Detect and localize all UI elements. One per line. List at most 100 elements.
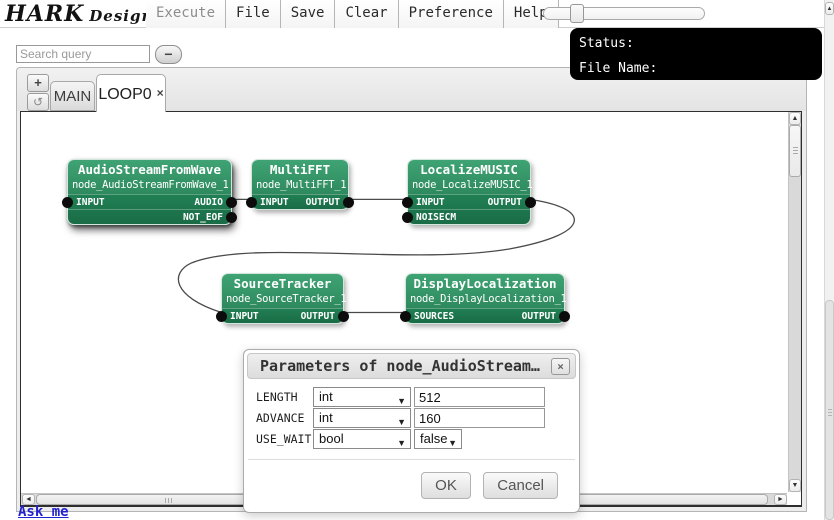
thumb-grip — [793, 147, 798, 148]
collapse-node-list-button[interactable]: − — [155, 45, 182, 64]
parameter-label: USE_WAIT — [256, 432, 313, 446]
port-row: SOURCESOUTPUT — [406, 308, 564, 323]
node-ports: INPUT AUDIONOT_EOF — [68, 194, 231, 224]
node-ports: INPUT OUTPUT — [252, 194, 348, 209]
reload-icon[interactable]: ↺ — [27, 93, 49, 111]
node-localizemusic[interactable]: LocalizeMUSICnode_LocalizeMUSIC_1 INPUT OU… — [407, 159, 531, 225]
port-label-right: AUDIO — [194, 197, 223, 208]
node-instance-name: node_MultiFFT_1 — [256, 178, 344, 193]
parameter-value-input[interactable] — [414, 408, 545, 428]
file-name-label: File Name: — [579, 61, 657, 76]
parameter-value-input[interactable] — [414, 387, 545, 407]
dialog-separator — [248, 459, 575, 460]
output-port-audio[interactable] — [226, 197, 237, 208]
port-label-left: SOURCES — [414, 311, 454, 322]
type-select[interactable]: bool▼ — [313, 429, 411, 449]
cancel-button[interactable]: Cancel — [483, 472, 558, 499]
input-port-input[interactable] — [402, 197, 413, 208]
page-scroll-thumb[interactable] — [825, 300, 834, 520]
port-label-right: OUTPUT — [488, 197, 522, 208]
node-instance-name: node_SourceTracker_1 — [226, 292, 339, 307]
logo-hark: HARK — [5, 1, 84, 27]
tab-label: MAIN — [54, 88, 92, 105]
search-input[interactable] — [16, 45, 150, 63]
type-select[interactable]: int▼ — [313, 387, 411, 407]
port-label-left: INPUT — [76, 197, 105, 208]
parameter-row-advance: ADVANCEint▼ — [256, 408, 567, 428]
output-port-output[interactable] — [559, 311, 570, 322]
node-header: LocalizeMUSICnode_LocalizeMUSIC_1 — [408, 160, 530, 194]
thumb-grip — [165, 498, 166, 503]
node-header: DisplayLocalizationnode_DisplayLocalizat… — [406, 274, 564, 308]
node-header: AudioStreamFromWavenode_AudioStreamFromW… — [68, 160, 231, 194]
dialog-footer: OK Cancel — [413, 472, 558, 499]
canvas-vertical-scrollbar[interactable]: ▲ ▼ — [788, 112, 801, 492]
tab-label: LOOP0 — [98, 86, 151, 103]
tab-close-icon[interactable]: × — [157, 86, 164, 100]
output-port-output[interactable] — [525, 197, 536, 208]
node-displaylocalization[interactable]: DisplayLocalizationnode_DisplayLocalizat… — [405, 273, 565, 324]
node-title: LocalizeMUSIC — [412, 162, 526, 178]
port-label-left: NOISECM — [416, 212, 456, 223]
thumb-grip — [828, 409, 832, 410]
node-multifft[interactable]: MultiFFTnode_MultiFFT_1 INPUT OUTPUT — [251, 159, 349, 210]
scroll-up-icon[interactable]: ▲ — [789, 112, 801, 125]
port-label-left: INPUT — [230, 311, 259, 322]
menu-bar: ExecuteFileSaveClearPreferenceHelp — [146, 0, 559, 28]
port-label-left: INPUT — [260, 197, 289, 208]
type-select[interactable]: int▼ — [313, 408, 411, 428]
menu-item-execute[interactable]: Execute — [146, 0, 226, 28]
tab-loop0[interactable]: LOOP0 × — [96, 74, 166, 112]
menu-item-clear[interactable]: Clear — [335, 0, 398, 28]
chevron-down-icon: ▼ — [448, 434, 457, 452]
port-label-right: OUTPUT — [306, 197, 340, 208]
port-row: INPUTOUTPUT — [222, 308, 343, 323]
slider-handle[interactable] — [570, 4, 584, 23]
tab-main[interactable]: MAIN — [50, 81, 95, 111]
node-header: SourceTrackernode_SourceTracker_1 — [222, 274, 343, 308]
input-port-input[interactable] — [216, 311, 227, 322]
parameter-label: LENGTH — [256, 390, 313, 404]
output-port-output[interactable] — [338, 311, 349, 322]
output-port-not_eof[interactable] — [226, 212, 237, 223]
menu-item-file[interactable]: File — [226, 0, 281, 28]
input-port-noisecm[interactable] — [402, 212, 413, 223]
node-sourcetracker[interactable]: SourceTrackernode_SourceTracker_1INPUTOU… — [221, 273, 344, 324]
status-overlay: Status: File Name: — [570, 28, 822, 80]
menu-item-save[interactable]: Save — [281, 0, 336, 28]
zoom-slider[interactable] — [543, 7, 705, 20]
vertical-scroll-thumb[interactable] — [789, 125, 801, 177]
ok-button[interactable]: OK — [421, 472, 471, 499]
menu-item-preference[interactable]: Preference — [399, 0, 504, 28]
node-instance-name: node_AudioStreamFromWave_1 — [72, 178, 227, 193]
dialog-title[interactable]: Parameters of node_AudioStream… × — [247, 353, 576, 379]
input-port-sources[interactable] — [400, 311, 411, 322]
chevron-down-icon: ▼ — [397, 434, 406, 452]
output-port-output[interactable] — [343, 197, 354, 208]
dialog-title-text: Parameters of node_AudioStream… — [260, 357, 540, 375]
scroll-down-icon[interactable]: ▼ — [789, 479, 801, 492]
parameter-value-select[interactable]: false▼ — [414, 429, 462, 449]
node-instance-name: node_LocalizeMUSIC_1 — [412, 178, 526, 193]
node-title: MultiFFT — [256, 162, 344, 178]
page-vertical-scrollbar[interactable]: ▲ — [824, 0, 834, 520]
node-title: AudioStreamFromWave — [72, 162, 227, 178]
port-row: INPUT AUDIO — [68, 194, 231, 209]
node-instance-name: node_DisplayLocalization_1 — [410, 292, 560, 307]
port-row: INPUT OUTPUT — [252, 194, 348, 209]
parameter-row-use_wait: USE_WAITbool▼false▼ — [256, 429, 567, 449]
parameters-dialog: Parameters of node_AudioStream… × LENGTH… — [243, 349, 580, 513]
input-port-input[interactable] — [62, 197, 73, 208]
ask-me-link[interactable]: Ask me — [18, 504, 69, 520]
node-audiostreamfromwave[interactable]: AudioStreamFromWavenode_AudioStreamFromW… — [67, 159, 232, 225]
parameter-label: ADVANCE — [256, 411, 313, 425]
node-ports: SOURCESOUTPUT — [406, 308, 564, 323]
close-icon[interactable]: × — [551, 358, 570, 375]
port-label-left: INPUT — [416, 197, 445, 208]
scroll-right-icon[interactable]: ► — [774, 494, 787, 505]
input-port-input[interactable] — [246, 197, 257, 208]
port-row: NOISECM — [408, 209, 530, 224]
page-scroll-up-icon[interactable]: ▲ — [825, 2, 834, 15]
add-sheet-button[interactable]: + — [27, 74, 49, 92]
port-row: NOT_EOF — [68, 209, 231, 224]
